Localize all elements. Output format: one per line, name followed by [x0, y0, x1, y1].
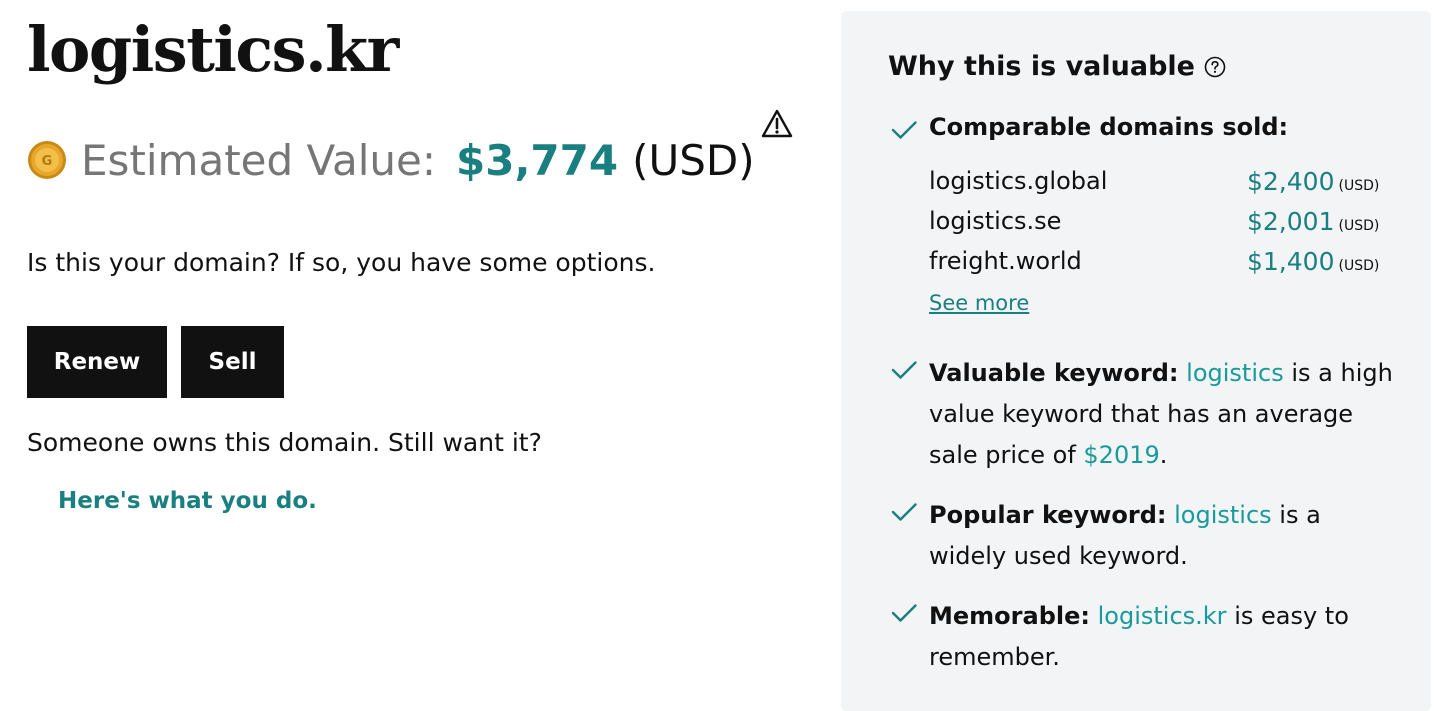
- memorable-label: Memorable:: [929, 602, 1090, 630]
- comparable-domain-row: logistics.global $2,400 (USD): [929, 167, 1389, 207]
- panel-title: Why this is valuable: [888, 51, 1226, 82]
- comparable-domain-row: logistics.se $2,001 (USD): [929, 207, 1389, 247]
- sell-button[interactable]: Sell: [181, 326, 284, 398]
- check-icon: [891, 121, 917, 139]
- valuable-keyword-item: Valuable keyword: logistics is a high va…: [929, 353, 1394, 476]
- warning-triangle-icon[interactable]: [760, 108, 794, 140]
- svg-text:G: G: [42, 154, 53, 169]
- see-more-link[interactable]: See more: [929, 291, 1029, 315]
- domain-link[interactable]: logistics.kr: [1098, 602, 1227, 630]
- ownership-question: Is this your domain? If so, you have som…: [27, 248, 656, 277]
- valuable-keyword-label: Valuable keyword:: [929, 359, 1179, 387]
- estimated-value-currency: (USD): [632, 135, 755, 185]
- keyword-link[interactable]: logistics: [1186, 359, 1284, 387]
- value-reasons-panel: Why this is valuable Comparable domains …: [841, 11, 1431, 711]
- renew-button[interactable]: Renew: [27, 326, 167, 398]
- comparable-domain-row: freight.world $1,400 (USD): [929, 247, 1389, 287]
- price-amount: $2,400: [1247, 167, 1335, 196]
- check-icon: [891, 604, 917, 622]
- comparable-domain-name: logistics.global: [929, 167, 1108, 195]
- panel-title-text: Why this is valuable: [888, 51, 1195, 82]
- average-price: $2019: [1083, 441, 1160, 469]
- domain-summary: logistics.kr G Estimated Value: $3,774 (…: [0, 0, 840, 702]
- popular-keyword-item: Popular keyword: logistics is a widely u…: [929, 495, 1394, 577]
- popular-keyword-label: Popular keyword:: [929, 501, 1167, 529]
- keyword-link[interactable]: logistics: [1174, 501, 1272, 529]
- comparable-domain-price: $1,400 (USD): [1247, 247, 1379, 276]
- estimated-value-amount: $3,774: [456, 135, 619, 185]
- comparable-domains-heading: Comparable domains sold:: [929, 113, 1289, 141]
- question-circle-icon[interactable]: [1204, 56, 1226, 78]
- estimated-value-row: G Estimated Value: $3,774 (USD): [27, 132, 755, 188]
- price-currency: (USD): [1338, 218, 1380, 234]
- memorable-item: Memorable: logistics.kr is easy to remem…: [929, 596, 1394, 678]
- price-currency: (USD): [1338, 178, 1380, 194]
- comparable-domain-name: freight.world: [929, 247, 1082, 275]
- estimated-value-label: Estimated Value:: [81, 135, 437, 185]
- check-icon: [891, 361, 917, 379]
- domain-title: logistics.kr: [27, 13, 399, 86]
- price-currency: (USD): [1338, 258, 1380, 274]
- sentence-end: .: [1159, 441, 1168, 469]
- check-icon: [891, 503, 917, 521]
- comparable-domain-price: $2,400 (USD): [1247, 167, 1379, 196]
- price-amount: $1,400: [1247, 247, 1335, 276]
- comparable-domain-price: $2,001 (USD): [1247, 207, 1379, 236]
- price-amount: $2,001: [1247, 207, 1335, 236]
- heres-what-you-do-link[interactable]: Here's what you do.: [58, 488, 317, 514]
- coin-icon: G: [28, 141, 66, 179]
- comparable-domain-name: logistics.se: [929, 207, 1062, 235]
- owned-notice: Someone owns this domain. Still want it?: [27, 428, 542, 457]
